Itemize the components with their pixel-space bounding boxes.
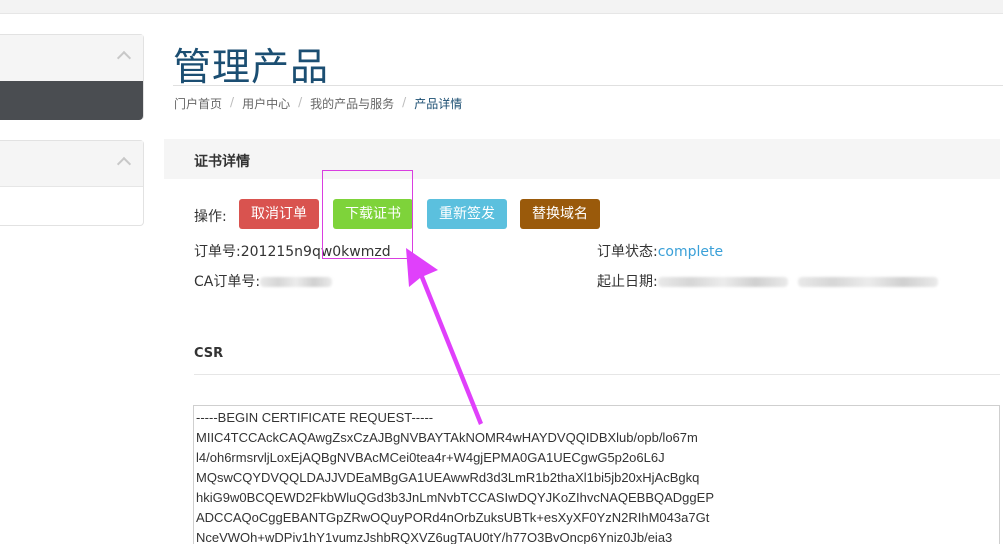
ca-order-number-label: CA订单号:	[194, 274, 261, 290]
sidebar-panel-2	[0, 140, 144, 226]
reissue-button[interactable]: 重新签发	[427, 199, 507, 229]
breadcrumb-user-center[interactable]: 用户中心	[242, 95, 290, 112]
csr-textarea[interactable]: -----BEGIN CERTIFICATE REQUEST----- MIIC…	[193, 405, 1000, 544]
chevron-up-icon[interactable]	[116, 50, 132, 66]
breadcrumb-separator: /	[402, 95, 407, 109]
page-title: 管理产品	[173, 45, 330, 89]
order-number-label: 订单号:	[194, 244, 241, 260]
order-status-label: 订单状态:	[597, 244, 658, 260]
csr-line: ADCCAQoCggEBANTGpZRwOQuyPORd4nOrbZuksUBT…	[196, 510, 710, 525]
sidebar-panel-1	[0, 34, 144, 120]
cancel-order-button[interactable]: 取消订单	[239, 199, 319, 229]
period-start-redacted	[657, 277, 788, 287]
breadcrumb-separator: /	[298, 95, 303, 109]
top-bar	[0, 0, 1003, 14]
sidebar-panel-1-header[interactable]	[0, 35, 143, 81]
replace-domain-button[interactable]: 替换域名	[520, 199, 600, 229]
breadcrumb-current: 产品详情	[414, 97, 463, 111]
csr-line: l4/oh6rmsrvljLoxEjAQBgNVBAcMCei0tea4r+W4…	[196, 450, 665, 465]
card-header: 证书详情	[164, 139, 1000, 179]
ca-order-number-row: CA订单号:	[194, 271, 333, 291]
sidebar-active-item[interactable]	[0, 81, 143, 120]
csr-title: CSR	[194, 346, 224, 361]
csr-line: MQswCQYDVQQLDAJJVDEaMBgGA1UEAwwRd3d3LmR1…	[196, 470, 700, 485]
card-title: 证书详情	[194, 154, 250, 170]
csr-divider	[194, 374, 1000, 375]
order-status-row: 订单状态:complete	[597, 241, 723, 261]
order-status-link[interactable]: complete	[658, 244, 723, 260]
breadcrumb-separator: /	[230, 95, 235, 109]
title-divider	[173, 85, 1003, 86]
annotation-highlight-box	[322, 170, 413, 259]
breadcrumb-my-products[interactable]: 我的产品与服务	[310, 95, 394, 112]
chevron-up-icon[interactable]	[116, 156, 132, 172]
csr-line: -----BEGIN CERTIFICATE REQUEST-----	[196, 410, 434, 425]
operations-label: 操作:	[194, 209, 227, 225]
ca-order-number-redacted	[260, 277, 333, 287]
csr-line: NceVWOh+wDPiv1hY1vumzJshbRQXVZ6ugTAU0tY/…	[196, 530, 673, 544]
csr-line: hkiG9w0BCQEWD2FkbWluQGd3b3JnLmNvbTCCASIw…	[196, 490, 714, 505]
sidebar-panel-2-header[interactable]	[0, 141, 143, 187]
period-label: 起止日期:	[597, 274, 658, 290]
csr-line: MIIC4TCCAckCAQAwgZsxCzAJBgNVBAYTAkNOMR4w…	[196, 430, 698, 445]
period-end-redacted	[798, 277, 939, 287]
breadcrumb: 门户首页 / 用户中心 / 我的产品与服务 / 产品详情	[174, 95, 462, 112]
breadcrumb-home[interactable]: 门户首页	[174, 95, 222, 112]
period-row: 起止日期:	[597, 271, 939, 291]
annotation-arrow-shape	[406, 248, 483, 425]
